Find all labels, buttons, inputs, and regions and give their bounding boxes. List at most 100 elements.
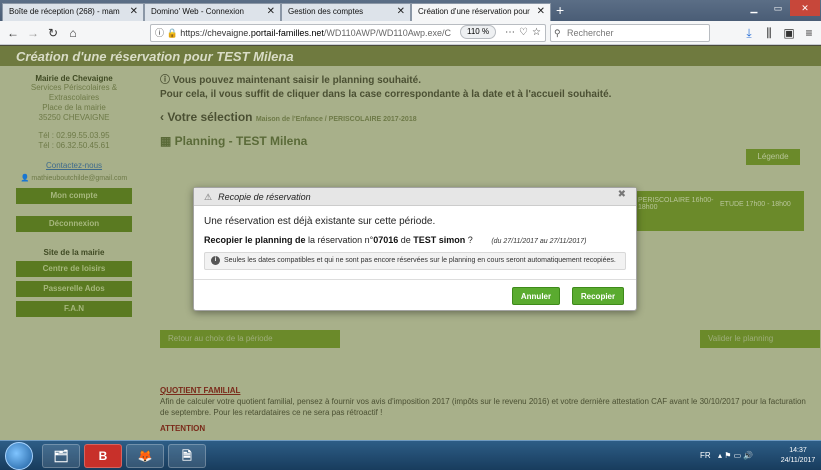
back-icon[interactable]: ← xyxy=(4,24,22,42)
qf-text: Afin de calculer votre quotient familial… xyxy=(160,397,806,417)
taskbar: 🗂 B 🦊 🗎 FR ▴ ⚑ ▭ 🔊 14:37 24/11/2017 xyxy=(0,440,821,470)
col-etude: ETUDE 17h00 - 18h00 xyxy=(720,201,791,208)
planning-label: Planning - TEST Milena xyxy=(174,134,308,148)
tab-gestion[interactable]: Gestion des comptes ✕ xyxy=(281,3,411,21)
close-icon[interactable]: ✕ xyxy=(130,6,138,17)
org-line: 35250 CHEVAIGNE xyxy=(38,113,110,122)
info-line-1: ⓘ Vous pouvez maintenant saisir le plann… xyxy=(160,75,421,86)
language-indicator[interactable]: FR xyxy=(700,441,711,470)
info-text-1: Vous pouvez maintenant saisir le plannin… xyxy=(172,75,421,86)
back-period-button[interactable]: Retour au choix de la période xyxy=(160,330,340,348)
reservation-number: 07016 xyxy=(373,235,399,245)
centre-button[interactable]: Centre de loisirs xyxy=(16,261,132,277)
cancel-button[interactable]: Annuler xyxy=(512,287,560,305)
url-host: portail-familles.net xyxy=(250,28,324,38)
search-input[interactable]: ⚲ Rechercher xyxy=(550,24,710,42)
reservation-person: TEST simon xyxy=(413,235,466,245)
app-b-icon[interactable]: B xyxy=(84,444,122,468)
reservation-dates: (du 27/11/2017 au 27/11/2017) xyxy=(491,238,587,245)
tab-label: Domino' Web - Connexion xyxy=(151,7,244,16)
lock-icon: 🔒 xyxy=(166,28,178,38)
close-icon[interactable]: ✕ xyxy=(397,6,405,17)
sidebar-icon[interactable]: ▣ xyxy=(780,24,798,42)
zoom-level[interactable]: 110 % xyxy=(460,25,497,39)
tab-label: Création d'une réservation pour TE xyxy=(418,7,530,16)
fan-button[interactable]: F.A.N xyxy=(16,301,132,317)
passerelle-button[interactable]: Passerelle Ados xyxy=(16,281,132,297)
navigation-bar: ← → ↻ ⌂ ⓘ 🔒 https://chevaigne.portail-fa… xyxy=(0,21,821,45)
browser-tab-bar: Boîte de réception (268) - mam ✕ Domino'… xyxy=(0,0,821,21)
tab-label: Boîte de réception (268) - mam xyxy=(9,7,120,16)
dialog-header: ⚠ Recopie de réservation xyxy=(194,188,636,206)
sidebar: Mairie de Chevaigne Services Périscolair… xyxy=(0,74,148,440)
org-title: Mairie de Chevaigne xyxy=(35,74,113,83)
col-periscolaire: PERISCOLAIRE 16h00-18h00 xyxy=(638,197,714,211)
clock[interactable]: 14:37 24/11/2017 xyxy=(778,446,818,466)
copy-button[interactable]: Recopier xyxy=(572,287,624,305)
phone-1: Tél : 02.99.55.03.95 xyxy=(38,131,110,140)
info-line-2: Pour cela, il vous suffit de cliquer dan… xyxy=(160,89,612,100)
phone-2: Tél : 06.32.50.45.61 xyxy=(38,141,110,150)
explorer-icon[interactable]: 🗂 xyxy=(42,444,80,468)
info-note: i Seules les dates compatibles et qui ne … xyxy=(204,252,626,270)
dialog-footer: Annuler Recopier xyxy=(194,279,636,311)
home-icon[interactable]: ⌂ xyxy=(64,24,82,42)
start-button[interactable] xyxy=(5,442,33,470)
note-text: Seules les dates compatibles et qui ne s… xyxy=(224,257,616,264)
maximize-icon[interactable]: ▭ xyxy=(766,0,790,16)
page-title: Création d'une réservation pour TEST Mil… xyxy=(0,46,821,66)
account-button[interactable]: Mon compte xyxy=(16,188,132,204)
user-email: 👤 mathieuboutchilde@gmail.com xyxy=(0,174,148,184)
tab-label: Gestion des comptes xyxy=(288,7,364,16)
clock-time: 14:37 xyxy=(789,447,807,454)
email-text: mathieuboutchilde@gmail.com xyxy=(31,175,128,182)
reload-icon[interactable]: ↻ xyxy=(44,24,62,42)
close-icon[interactable]: ✖ xyxy=(618,189,626,200)
dialog-title: Recopie de réservation xyxy=(218,192,311,202)
warning-icon: ⚠ xyxy=(204,192,213,202)
copy-reservation-dialog: ⚠ Recopie de réservation ✖ Une réservatio… xyxy=(193,187,637,311)
search-icon: ⚲ xyxy=(554,28,561,38)
dialog-message: Une réservation est déjà existante sur c… xyxy=(204,216,436,227)
tab-reservation[interactable]: Création d'une réservation pour TE ✕ xyxy=(411,3,551,21)
validate-button[interactable]: Valider le planning xyxy=(700,330,820,348)
legend-button[interactable]: Légende xyxy=(746,149,800,165)
dialog-question: Recopier le planning de la réservation n… xyxy=(204,235,626,245)
close-icon[interactable]: ✕ xyxy=(537,6,545,17)
minimize-icon[interactable]: ▁ xyxy=(742,0,766,16)
user-icon: 👤 xyxy=(20,175,30,182)
info-icon[interactable]: ⓘ xyxy=(155,28,164,38)
logout-button[interactable]: Déconnexion xyxy=(16,216,132,232)
planning-header: PERISCOLAIRE 16h00-18h00 ETUDE 17h00 - 1… xyxy=(634,191,804,231)
org-line: Extrascolaires xyxy=(48,93,100,102)
org-line: Services Périscolaires & xyxy=(30,83,118,92)
page-actions-icons[interactable]: ⋯♡☆ xyxy=(505,24,545,42)
menu-icon[interactable]: ≡ xyxy=(800,24,818,42)
tray-icons[interactable]: ▴ ⚑ ▭ 🔊 xyxy=(718,441,753,470)
url-prefix: https://chevaigne. xyxy=(180,28,251,38)
reservation-de: de xyxy=(400,235,411,245)
firefox-icon[interactable]: 🦊 xyxy=(126,444,164,468)
download-icon[interactable]: ⤓ xyxy=(740,24,758,42)
reservation-label: la réservation n° xyxy=(308,235,374,245)
close-icon[interactable]: ✕ xyxy=(267,6,275,17)
search-placeholder: Rechercher xyxy=(567,28,614,38)
copy-prefix: Recopier le planning de xyxy=(204,235,306,245)
section-title: Site de la mairie xyxy=(43,248,105,257)
selection: ‹ Votre sélection Maison de l'Enfance / … xyxy=(160,110,417,124)
qf-title: QUOTIENT FAMILIAL xyxy=(160,386,241,395)
tab-domino[interactable]: Domino' Web - Connexion ✕ xyxy=(144,3,281,21)
forward-icon[interactable]: → xyxy=(24,24,42,42)
selection-label: Votre sélection xyxy=(167,110,253,124)
tab-inbox[interactable]: Boîte de réception (268) - mam ✕ xyxy=(2,3,144,21)
url-path: /WD110AWP/WD110Awp.exe/C xyxy=(323,28,452,38)
info-icon: i xyxy=(211,255,220,265)
close-window-icon[interactable]: ✕ xyxy=(790,0,820,16)
question-mark: ? xyxy=(467,235,473,245)
clock-date: 24/11/2017 xyxy=(780,457,816,464)
library-icon[interactable]: ⫼ xyxy=(760,24,778,42)
dialog-body: Une réservation est déjà existante sur c… xyxy=(194,206,636,270)
new-tab-icon[interactable]: + xyxy=(556,2,564,18)
document-icon[interactable]: 🗎 xyxy=(168,444,206,468)
contact-link[interactable]: Contactez-nous xyxy=(0,161,148,170)
